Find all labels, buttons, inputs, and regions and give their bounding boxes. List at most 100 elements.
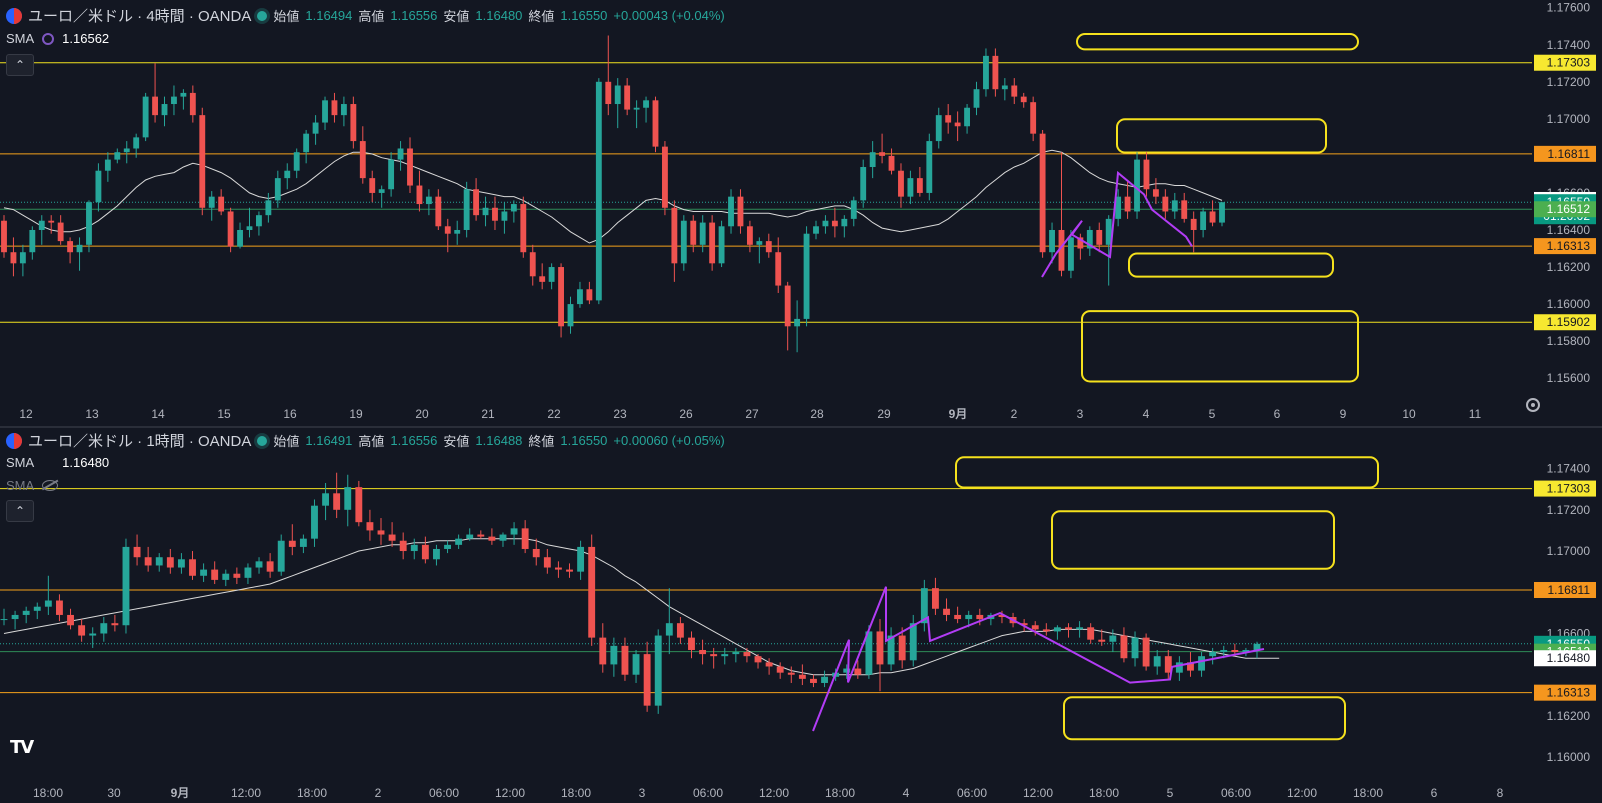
ohlc-low-value: 1.16488 [475, 433, 523, 448]
highlight-box [955, 456, 1379, 489]
candle-body [1, 220, 7, 253]
candle-body [529, 252, 536, 277]
ohlc-open-label: 始値 [273, 9, 300, 24]
time-tick-label: 2 [1011, 407, 1018, 421]
candle-body [1098, 639, 1106, 642]
candle-body [1001, 85, 1008, 90]
candle-body [155, 557, 163, 566]
candle-body [199, 115, 206, 208]
candle-body [455, 538, 463, 545]
candle-body [756, 241, 763, 245]
candlestick-chart-4h[interactable]: 1.176001.174001.172001.170001.168001.166… [0, 0, 1602, 426]
ohlc-open-value: 1.16494 [305, 8, 353, 23]
sma-indicator-row-hidden[interactable]: SMA [6, 478, 59, 493]
candle-body [566, 569, 573, 572]
time-tick-label: 5 [1209, 407, 1216, 421]
symbol-title[interactable]: ユーロ／米ドル · 1時間 · OANDA [28, 430, 251, 451]
candle-body [1020, 96, 1027, 103]
sma-indicator-row[interactable]: SMA 1.16562 [6, 31, 109, 46]
ohlc-open-value: 1.16491 [305, 433, 353, 448]
candlestick-chart-1h[interactable]: 1.174001.172001.170001.166001.162001.160… [0, 428, 1602, 803]
chart-pane-4h[interactable]: 1.176001.174001.172001.170001.168001.166… [0, 0, 1602, 426]
candle-body [322, 100, 328, 123]
candle-body [246, 226, 253, 230]
candle-body [699, 649, 707, 655]
candle-body [1153, 656, 1161, 667]
level-price-text: 1.17303 [1547, 482, 1591, 496]
sma-indicator-row[interactable]: SMA 1.16480 [6, 455, 109, 470]
candle-body [983, 55, 989, 90]
time-tick-label: 4 [903, 786, 910, 800]
candle-body [1200, 211, 1207, 230]
candle-body [227, 211, 234, 247]
candle-body [595, 81, 602, 301]
pattern-line [1041, 170, 1193, 278]
candle-body [277, 540, 285, 572]
chart-pane-1h[interactable]: 1.17400 1.17200 1.17000 1.16600 1.16200 1.160… [0, 428, 1602, 803]
candle-body [100, 623, 108, 634]
time-tick-label: 26 [679, 407, 693, 421]
candle-body [166, 557, 174, 568]
candle-body [1049, 229, 1055, 253]
time-tick-label: 15 [217, 407, 231, 421]
candle-body [180, 92, 187, 97]
candle-body [95, 170, 102, 203]
candle-body [765, 241, 772, 253]
candle-body [48, 220, 55, 223]
time-tick-label: 19 [349, 407, 363, 421]
candle-body [1031, 625, 1039, 630]
symbol-title[interactable]: ユーロ／米ドル · 4時間 · OANDA [28, 5, 251, 26]
candle-body [312, 122, 319, 134]
candle-body [369, 178, 376, 193]
price-tick-label: 1.17400 [1547, 462, 1591, 476]
collapse-legend-button[interactable]: ⌃ [6, 54, 34, 76]
candle-body [1190, 218, 1197, 230]
price-change: +0.00060 (+0.05%) [613, 433, 725, 448]
candle-body [355, 487, 363, 523]
candle-body [133, 546, 141, 558]
settings-gear-icon[interactable] [1526, 398, 1540, 412]
time-tick-label: 18:00 [1089, 786, 1119, 800]
candle-body [11, 614, 19, 620]
candle-body [680, 220, 687, 264]
candle-body [274, 178, 281, 201]
tradingview-logo-icon[interactable]: TV [10, 737, 34, 758]
price-tick-label: 1.17000 [1547, 112, 1591, 126]
sma-settings-icon[interactable] [42, 32, 55, 45]
candle-body [255, 561, 263, 568]
ohlc-low-label: 安値 [443, 9, 470, 24]
candle-body [133, 137, 140, 149]
candle-body [743, 652, 751, 657]
candle-body [10, 252, 17, 264]
ohlc-high-label: 高値 [358, 9, 385, 24]
candle-body [444, 544, 451, 549]
highlight-box [1081, 310, 1359, 383]
candle-body [737, 196, 744, 227]
candle-body [1030, 102, 1037, 134]
candle-body [218, 196, 225, 212]
candle-body [610, 645, 618, 665]
level-price-text: 1.16313 [1547, 239, 1591, 253]
candle-body [492, 207, 498, 221]
candle-body [577, 546, 585, 572]
candle-body [943, 608, 950, 615]
highlight-box [1063, 696, 1346, 741]
candle-body [333, 493, 341, 510]
candle-body [1198, 656, 1205, 671]
candle-body [1175, 662, 1183, 673]
candle-body [266, 561, 274, 572]
candle-body [463, 189, 470, 230]
collapse-legend-button[interactable]: ⌃ [6, 500, 34, 522]
time-tick-label: 11 [1469, 407, 1482, 421]
candle-body [499, 534, 507, 541]
price-tick-label: 1.17600 [1547, 1, 1591, 15]
candle-body [765, 662, 773, 667]
candle-body [56, 600, 63, 615]
sma-line [3, 149, 1223, 244]
candle-body [123, 148, 130, 153]
candle-body [721, 654, 729, 657]
candle-body [1209, 652, 1217, 657]
eye-hidden-icon[interactable] [42, 480, 59, 491]
candle-body [916, 178, 923, 193]
candle-body [344, 487, 352, 510]
